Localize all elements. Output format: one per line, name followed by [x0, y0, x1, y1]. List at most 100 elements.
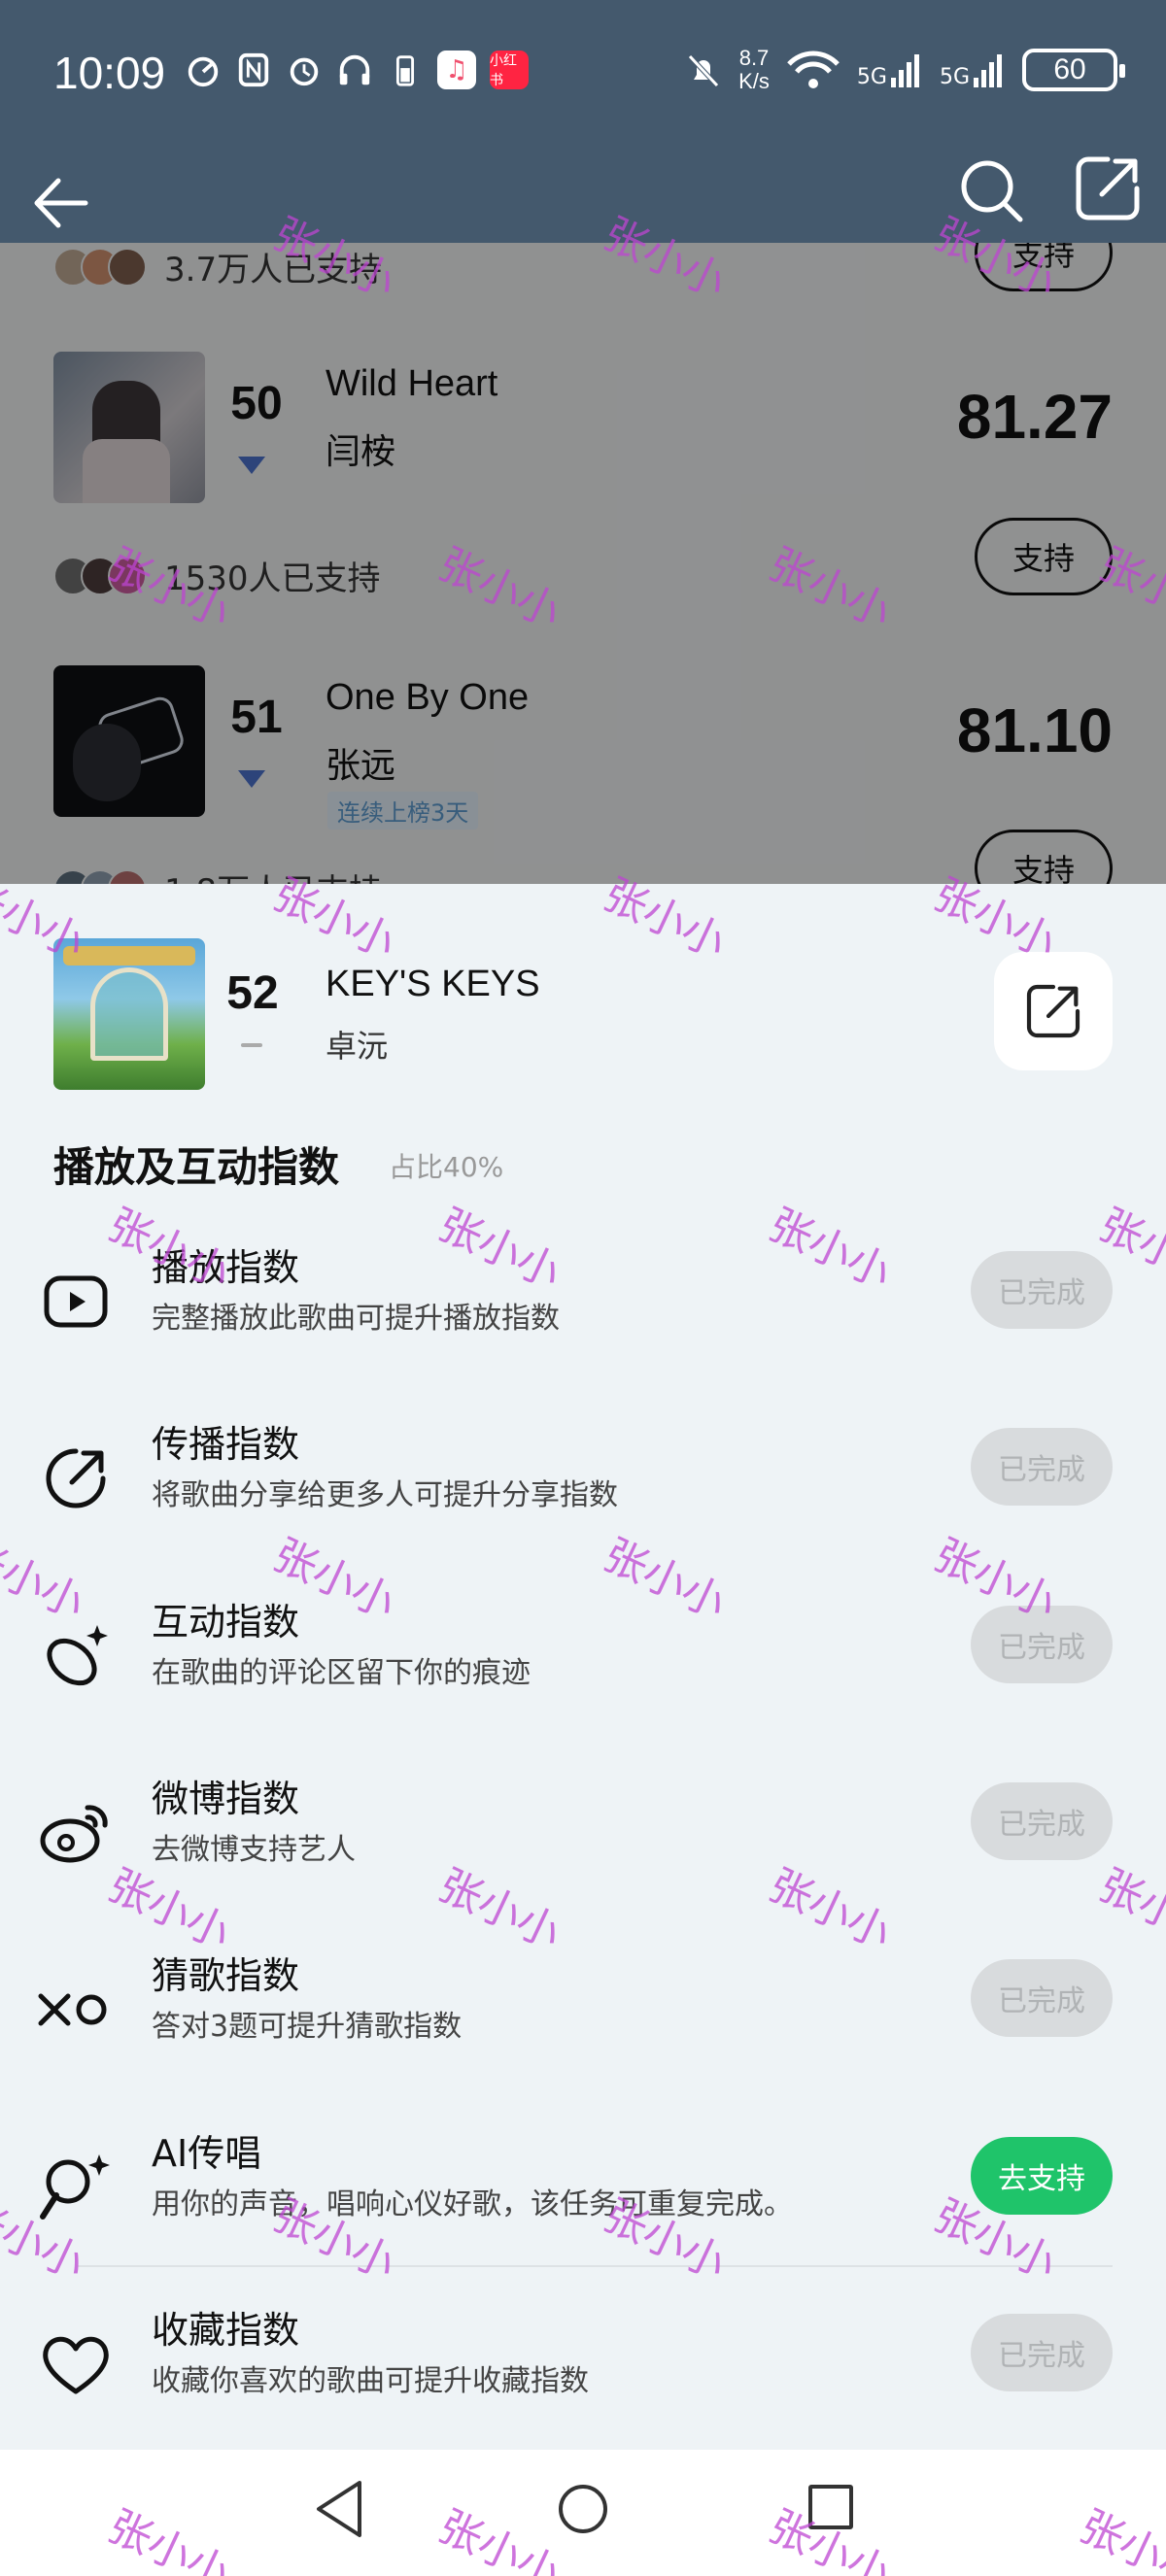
- task-status-button[interactable]: 已完成: [971, 1782, 1113, 1860]
- earbuds-battery-icon: [395, 55, 415, 86]
- current-album-cover: [53, 938, 205, 1090]
- supporter-avatars: [53, 868, 147, 884]
- task-desc: 答对3题可提升猜歌指数: [152, 2010, 463, 2044]
- comment-sparkle-icon: [47, 1625, 108, 1686]
- status-time: 10:09: [53, 48, 166, 98]
- task-row-play: 播放指数 完整播放此歌曲可提升播放指数 已完成: [0, 1237, 1166, 1383]
- support-task-sheet: 52 KEY'S KEYS 卓沅 播放及互动指数 占比40% 播放指数 完整播放…: [0, 884, 1166, 2450]
- song-score: 81.10: [956, 695, 1113, 765]
- play-icon: [44, 1275, 108, 1328]
- task-status-button[interactable]: 已完成: [971, 1959, 1113, 2037]
- task-desc: 去微博支持艺人: [152, 1833, 356, 1867]
- task-status-button[interactable]: 已完成: [971, 1251, 1113, 1329]
- task-name: 传播指数: [152, 1423, 300, 1466]
- supporter-avatars: [53, 247, 147, 287]
- album-cover: [53, 665, 205, 817]
- task-row-weibo: 微博指数 去微博支持艺人 已完成: [0, 1769, 1166, 1915]
- top-nav-bar: [0, 146, 1166, 243]
- nav-recent-icon[interactable]: [808, 2485, 853, 2529]
- task-row-guess: 猜歌指数 答对3题可提升猜歌指数 已完成: [0, 1946, 1166, 2091]
- current-song-title: KEY'S KEYS: [326, 964, 540, 1004]
- system-nav-bar: [0, 2450, 1166, 2576]
- share-icon[interactable]: [1073, 153, 1143, 223]
- task-name: 收藏指数: [152, 2309, 300, 2352]
- support-button[interactable]: 支持: [975, 830, 1113, 884]
- task-desc: 收藏你喜欢的歌曲可提升收藏指数: [152, 2364, 589, 2398]
- net-speed: 8.7 K/s: [738, 46, 770, 93]
- support-count-text: 3.7万人已支持: [164, 251, 383, 289]
- task-name: 播放指数: [152, 1246, 300, 1289]
- weibo-icon: [40, 1805, 108, 1863]
- speedometer-icon: [188, 56, 219, 87]
- signal-5g-2: 5G: [940, 51, 1007, 89]
- nav-back-icon[interactable]: [311, 2477, 367, 2541]
- song-title: Wild Heart: [326, 363, 498, 404]
- song-artist: 张远: [326, 746, 396, 786]
- share-icon: [1026, 984, 1080, 1038]
- task-desc: 在歌曲的评论区留下你的痕迹: [152, 1656, 531, 1690]
- task-status-button[interactable]: 已完成: [971, 1606, 1113, 1683]
- song-score: 81.27: [956, 382, 1113, 452]
- support-count-text: 1.8万人已支持: [164, 864, 382, 884]
- current-song-artist: 卓沅: [326, 1028, 389, 1065]
- task-row-ai-sing: AI传唱 用你的声音，唱响心仪好歌，该任务可重复完成。 去支持: [0, 2123, 1166, 2269]
- rank-unchanged-icon: [241, 1043, 262, 1047]
- list-item[interactable]: 50 Wild Heart 闫桉 81.27: [53, 352, 1113, 503]
- signal-bars-icon: [890, 54, 919, 87]
- battery-indicator: 60: [1022, 49, 1125, 91]
- song-title: One By One: [326, 677, 530, 718]
- rank-down-icon: [238, 457, 265, 474]
- mute-bell-icon: [688, 54, 719, 87]
- support-button[interactable]: 支持: [975, 243, 1113, 291]
- album-cover: [53, 352, 205, 503]
- signal-bars-icon: [974, 54, 1002, 87]
- rank-number: 51: [230, 692, 283, 743]
- headphones-icon: [339, 54, 370, 85]
- share-song-button[interactable]: [994, 952, 1113, 1070]
- supporter-avatars: [53, 556, 147, 595]
- task-name: 互动指数: [152, 1601, 300, 1644]
- support-count-row: 1.8万人已支持: [53, 864, 382, 884]
- support-count-row: 1530人已支持: [53, 552, 381, 599]
- alarm-icon: [290, 57, 319, 86]
- share-icon: [46, 1448, 106, 1508]
- task-status-button[interactable]: 已完成: [971, 2314, 1113, 2391]
- support-count-text: 1530人已支持: [164, 559, 381, 598]
- task-desc: 用你的声音，唱响心仪好歌，该任务可重复完成。: [152, 2187, 793, 2221]
- task-name: 微博指数: [152, 1778, 300, 1820]
- list-item[interactable]: 51 One By One 张远 连续上榜3天 81.10: [53, 665, 1113, 830]
- rank-down-icon: [238, 770, 265, 788]
- wifi-icon: [787, 51, 840, 88]
- ai-mic-icon: [40, 2154, 110, 2220]
- signal-5g-1: 5G: [857, 51, 924, 89]
- current-rank: 52: [226, 967, 279, 1019]
- task-desc: 完整播放此歌曲可提升播放指数: [152, 1302, 560, 1336]
- task-name: 猜歌指数: [152, 1954, 300, 1997]
- search-icon[interactable]: [956, 155, 1026, 225]
- nfc-icon: [238, 52, 269, 87]
- go-support-button[interactable]: 去支持: [971, 2137, 1113, 2215]
- task-status-button[interactable]: 已完成: [971, 1428, 1113, 1506]
- task-name: AI传唱: [152, 2132, 262, 2175]
- rank-number: 50: [230, 378, 283, 429]
- status-right-icons: 8.7 K/s 5G 5G 60: [684, 46, 1125, 93]
- heart-icon: [43, 2336, 109, 2394]
- task-desc: 将歌曲分享给更多人可提升分享指数: [152, 1478, 618, 1512]
- nav-home-icon[interactable]: [559, 2485, 607, 2533]
- section-ratio: 占比40%: [389, 1151, 504, 1183]
- xiaohongshu-app-icon: 小红书: [490, 51, 529, 89]
- divider: [78, 2265, 1113, 2267]
- ranking-list: 3.7万人已支持 支持 50 Wild Heart 闫桉 81.27 1530人…: [0, 243, 1166, 884]
- music-app-icon: ♫: [437, 51, 476, 89]
- support-button[interactable]: 支持: [975, 518, 1113, 595]
- section-title: 播放及互动指数: [53, 1143, 340, 1191]
- status-notification-icons: ♫ 小红书: [185, 51, 529, 89]
- task-row-interact: 互动指数 在歌曲的评论区留下你的痕迹 已完成: [0, 1592, 1166, 1738]
- chart-streak-tag: 连续上榜3天: [327, 792, 479, 830]
- xo-icon: [38, 1993, 107, 2026]
- support-count-row: 3.7万人已支持: [53, 243, 382, 290]
- back-arrow-icon[interactable]: [29, 173, 89, 233]
- song-artist: 闫桉: [326, 432, 396, 472]
- task-row-share: 传播指数 将歌曲分享给更多人可提升分享指数 已完成: [0, 1414, 1166, 1560]
- status-bar: 10:09 ♫ 小红书 8.7 K/s 5G 5G 60: [0, 0, 1166, 146]
